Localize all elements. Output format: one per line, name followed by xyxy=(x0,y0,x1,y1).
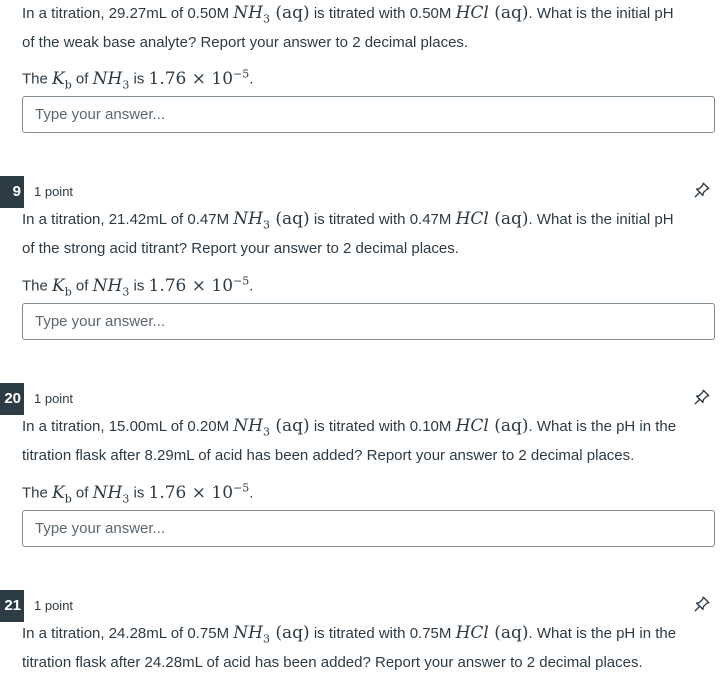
question-text: In a titration, 21.42mL of 0.47M NH3 (aq… xyxy=(22,209,674,257)
formula-nh3: NH3 (aq) xyxy=(233,416,310,439)
formula-hcl: HCl (aq) xyxy=(455,209,529,229)
pin-icon[interactable] xyxy=(693,181,711,199)
formula-nh3: NH3 (aq) xyxy=(233,3,310,26)
pin-icon[interactable] xyxy=(693,388,711,406)
points-label: 1 point xyxy=(34,184,74,199)
question-number: 21 xyxy=(0,590,24,622)
formula-nh3: NH3 (aq) xyxy=(233,623,310,646)
formula-hcl: HCl (aq) xyxy=(455,3,529,23)
question-number: 9 xyxy=(0,176,24,208)
answer-input[interactable] xyxy=(22,510,715,547)
question-number: 20 xyxy=(0,383,24,415)
kb-statement: The Kb of NH3 is 1.76 × 10−5. xyxy=(22,274,254,299)
points-label: 1 point xyxy=(34,391,74,406)
answer-input[interactable] xyxy=(22,303,715,340)
quiz-page: In a titration, 29.27mL of 0.50M NH3 (aq… xyxy=(0,0,723,684)
points-label: 1 point xyxy=(34,598,74,613)
formula-nh3: NH3 (aq) xyxy=(233,209,310,232)
kb-statement: The Kb of NH3 is 1.76 × 10−5. xyxy=(22,67,254,92)
question-text: In a titration, 15.00mL of 0.20M NH3 (aq… xyxy=(22,416,677,464)
question-text: In a titration, 24.28mL of 0.75M NH3 (aq… xyxy=(22,623,677,671)
question-text: In a titration, 29.27mL of 0.50M NH3 (aq… xyxy=(22,3,674,51)
answer-input[interactable] xyxy=(22,96,715,133)
kb-statement: The Kb of NH3 is 1.76 × 10−5. xyxy=(22,481,254,506)
formula-hcl: HCl (aq) xyxy=(455,623,529,643)
pin-icon[interactable] xyxy=(693,595,711,613)
formula-hcl: HCl (aq) xyxy=(455,416,529,436)
